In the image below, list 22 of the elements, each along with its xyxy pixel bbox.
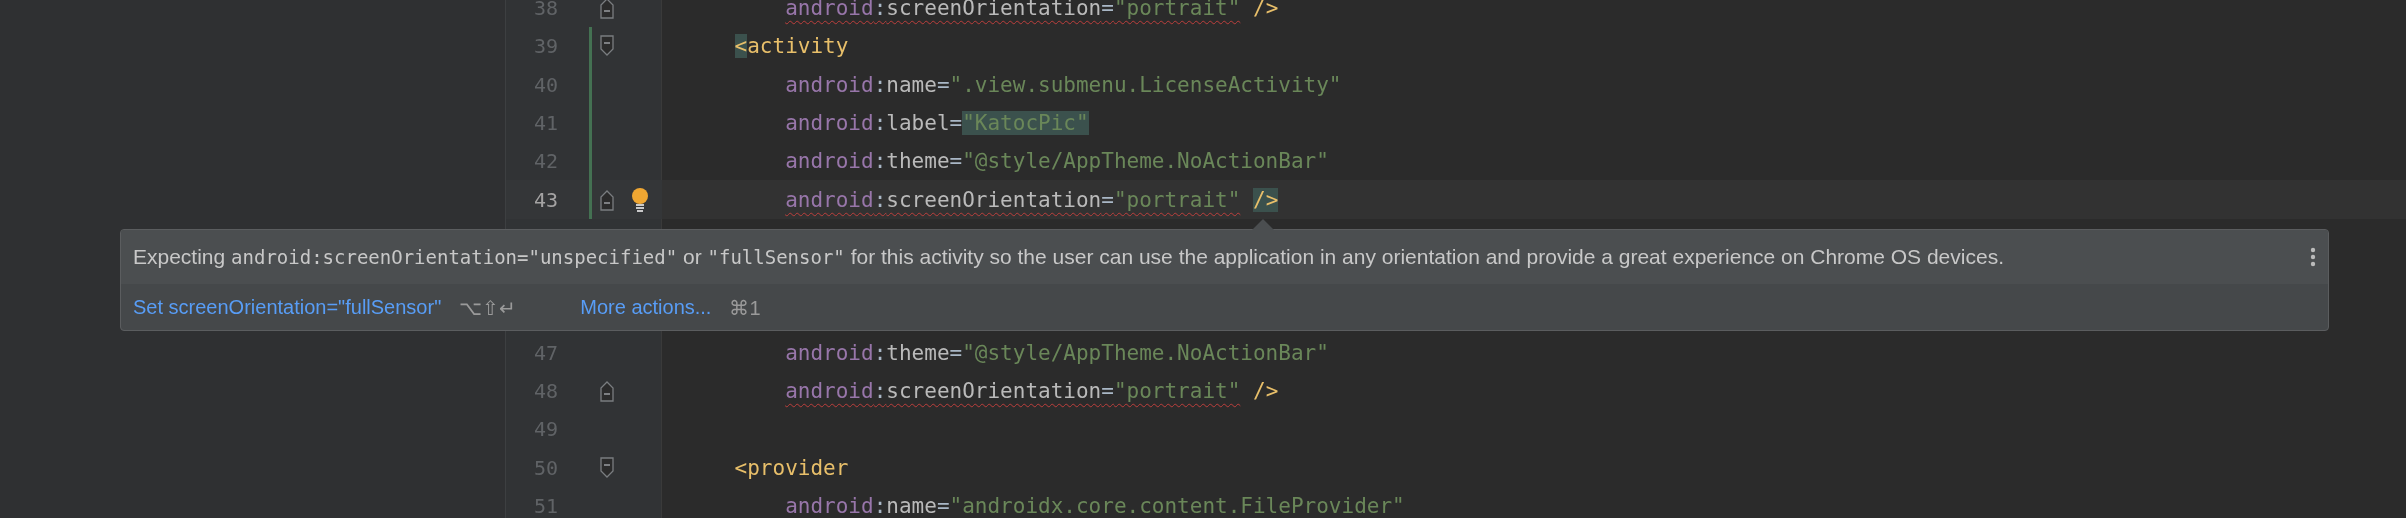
fold-icon[interactable]	[600, 456, 614, 479]
code-line: <provider	[733, 455, 849, 480]
code-line: android:name=".view.submenu.LicenseActivity"	[784, 72, 1342, 97]
fold-icon[interactable]	[600, 0, 614, 20]
inspection-message: Expecting android:screenOrientation="unspecified" or "fullSensor" for this activity so the user can use the application in any orientation and provide a great experience on Chrome OS devices.	[133, 245, 2004, 269]
lightbulb-icon[interactable]	[630, 186, 650, 213]
code-line: android:screenOrientation="portrait" />	[784, 0, 1279, 21]
line-number: 43	[532, 187, 558, 212]
shortcut-hint: ⌥⇧↵	[459, 295, 517, 320]
code-line: android:screenOrientation="portrait" />	[784, 379, 1279, 404]
fold-icon[interactable]	[600, 380, 614, 403]
code-line: android:screenOrientation="portrait" />	[784, 187, 1279, 212]
action-link[interactable]: More actions...	[580, 296, 712, 319]
action-link[interactable]: Set screenOrientation="fullSensor"	[133, 296, 442, 319]
fold-icon[interactable]	[600, 188, 614, 211]
more-options-icon[interactable]	[2310, 247, 2316, 267]
code-line: <activity	[733, 34, 849, 59]
shortcut-hint: ⌘1	[729, 295, 761, 320]
code-line: android:theme="@style/AppTheme.NoActionBar"	[784, 149, 1329, 174]
fold-icon[interactable]	[600, 35, 614, 58]
code-line: android:name="androidx.core.content.FileProvider"	[784, 494, 1405, 518]
code-line: android:theme="@style/AppTheme.NoActionBar"	[784, 340, 1329, 365]
